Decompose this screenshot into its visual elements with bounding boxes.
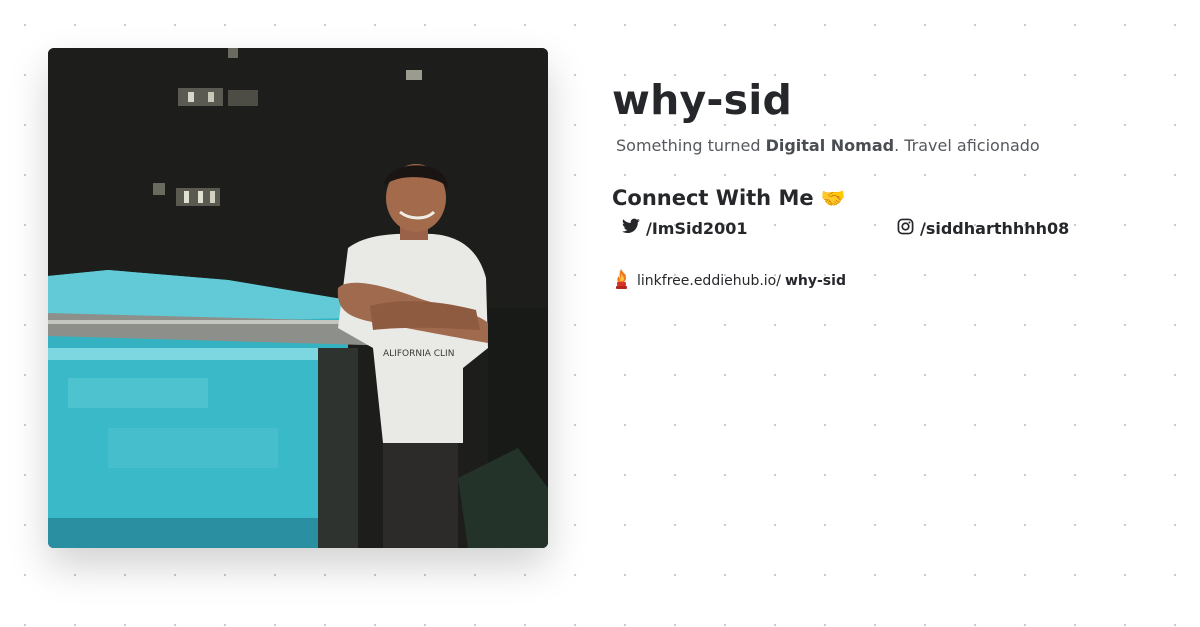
instagram-handle: /siddharthhhh08 [920,219,1070,238]
handshake-icon: 🤝 [820,186,846,210]
profile-bio: Something turned Digital Nomad. Travel a… [616,134,1172,158]
linkfree-footer[interactable]: linkfree.eddiehub.io/ why-sid [612,268,1172,294]
profile-name: why-sid [612,76,793,124]
connect-heading-text: Connect With Me [612,186,814,210]
bio-highlight: Digital Nomad [765,136,895,155]
instagram-link[interactable]: /siddharthhhh08 [897,218,1069,239]
twitter-link[interactable]: /ImSid2001 [622,218,747,238]
profile-photo: ALIFORNIA CLIN [48,48,548,548]
linkfree-domain: linkfree.eddiehub.io/ [637,273,781,289]
svg-text:ALIFORNIA CLIN: ALIFORNIA CLIN [383,349,454,359]
linkfree-username: why-sid [784,273,846,289]
connect-heading: Connect With Me 🤝 [612,182,1172,214]
bio-suffix: . Travel aficionado [894,136,1040,155]
profile-info: why-sid Something turned Digital Nomad. … [612,74,1172,294]
bio-prefix: Something turned [616,136,766,155]
linkfree-logo-icon [612,268,631,294]
twitter-icon [622,218,646,238]
instagram-icon [897,218,920,239]
social-links: /ImSid2001 /siddharthhhh08 [612,218,1172,252]
twitter-handle: /ImSid2001 [646,218,748,238]
